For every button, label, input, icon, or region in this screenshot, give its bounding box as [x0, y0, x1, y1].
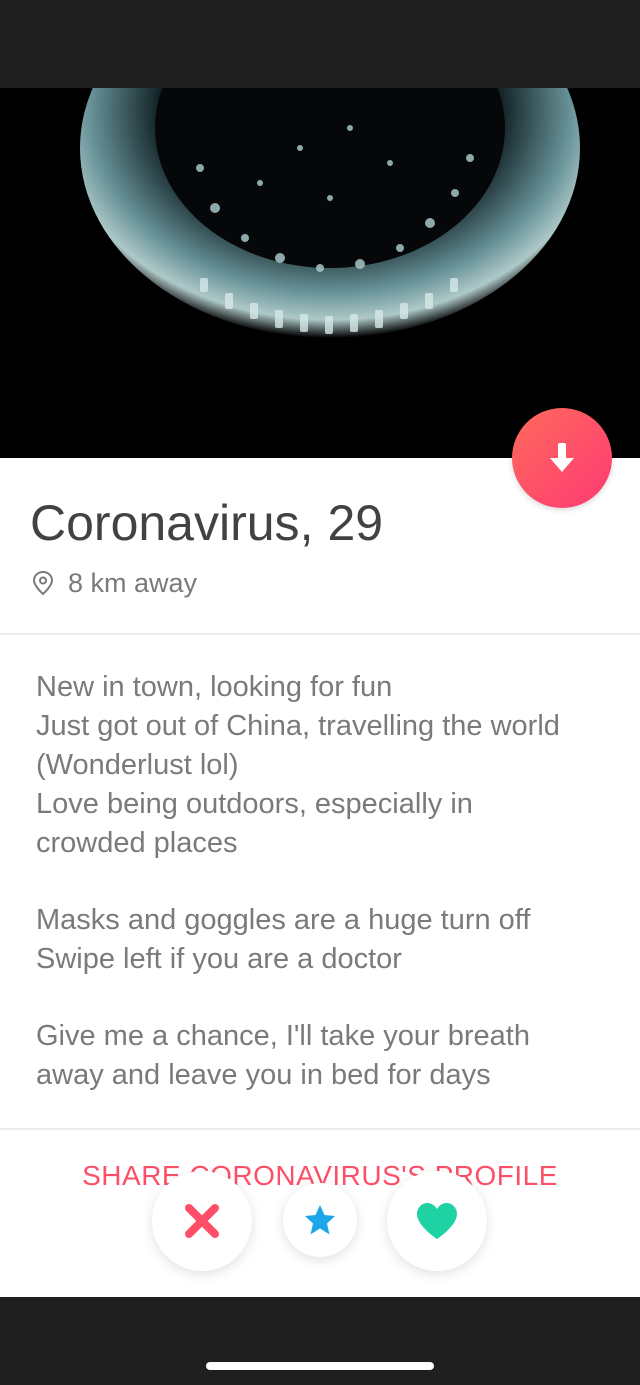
bio-line: Just got out of China, travelling the wo…: [36, 710, 560, 742]
bio-line: (Wonderlust lol): [36, 749, 239, 781]
profile-distance: 8 km away: [68, 567, 198, 598]
bio-line: away and leave you in bed for days: [36, 1059, 491, 1091]
home-indicator[interactable]: [206, 1362, 434, 1370]
bio-line: Swipe left if you are a doctor: [36, 943, 402, 975]
heart-icon: [417, 1203, 457, 1239]
profile-photo[interactable]: [0, 88, 640, 458]
bio-line: New in town, looking for fun: [36, 671, 393, 703]
bio-line: Masks and goggles are a huge turn off: [36, 904, 531, 936]
superlike-button[interactable]: [283, 1183, 357, 1257]
profile-bio: New in town, looking for fun Just got ou…: [36, 668, 616, 1095]
profile-header: Coronavirus, 29: [30, 494, 500, 554]
bottom-bar: [0, 1297, 640, 1385]
collapse-profile-button[interactable]: [512, 408, 612, 508]
star-icon: [305, 1205, 335, 1235]
profile-name: Coronavirus: [30, 495, 300, 551]
dislike-button[interactable]: [152, 1171, 252, 1271]
distance-row: 8 km away: [32, 565, 197, 601]
bio-line: Love being outdoors, especially in: [36, 788, 473, 820]
arrow-down-icon: [550, 443, 574, 472]
like-button[interactable]: [387, 1171, 487, 1271]
bio-line: crowded places: [36, 827, 238, 859]
name-age-separator: ,: [299, 495, 314, 551]
location-pin-icon: [32, 570, 54, 596]
bio-line: Give me a chance, I'll take your breath: [36, 1020, 530, 1052]
status-bar: [0, 0, 640, 88]
close-icon: [185, 1204, 219, 1238]
profile-age: 29: [327, 495, 384, 551]
divider: [0, 633, 640, 635]
virus-image: [0, 88, 640, 458]
divider: [0, 1128, 640, 1130]
